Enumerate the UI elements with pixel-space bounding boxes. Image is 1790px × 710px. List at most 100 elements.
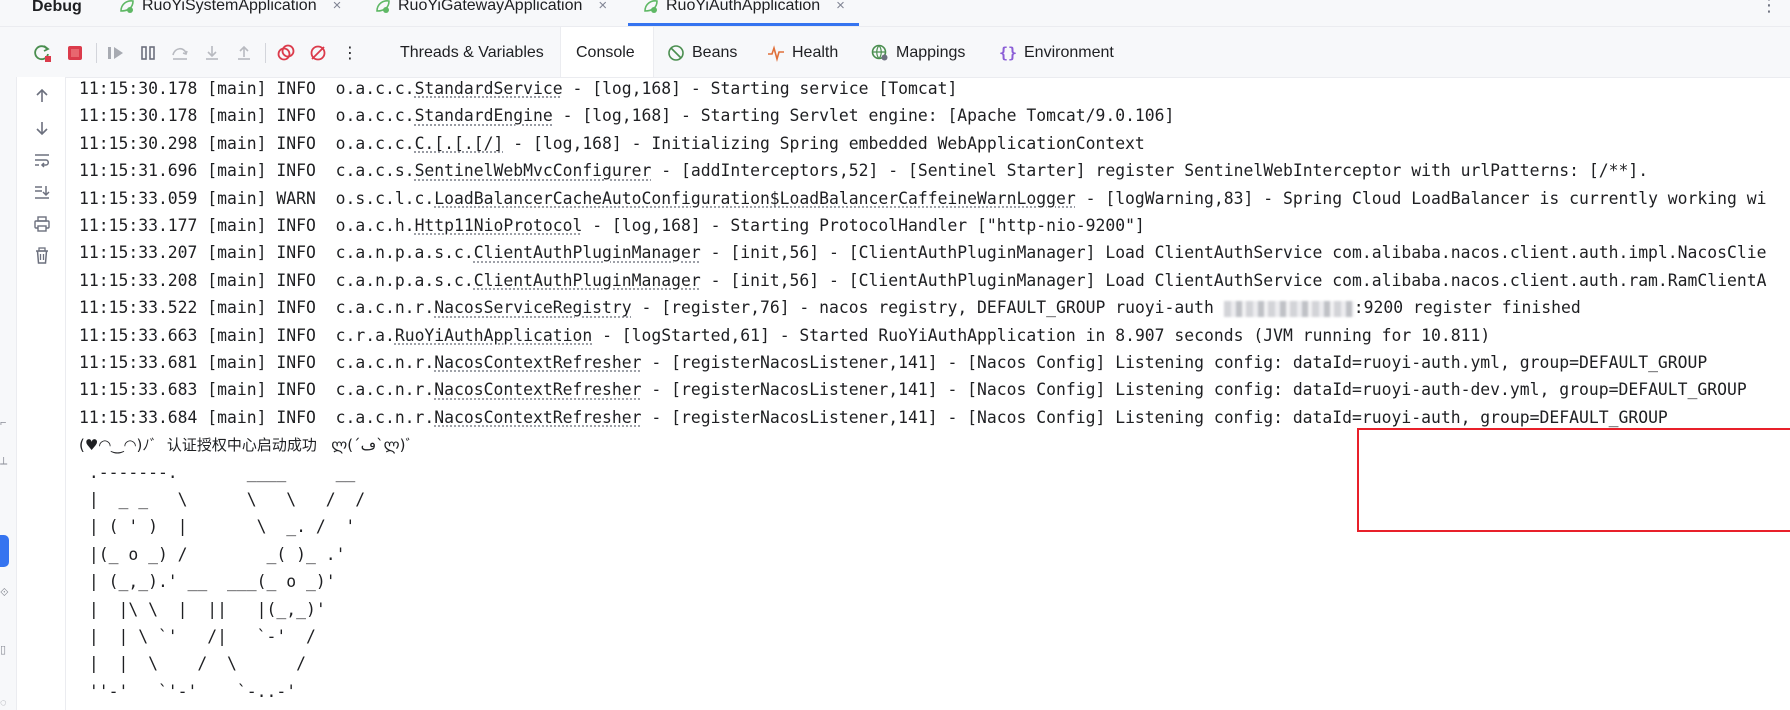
- left-tool-window-strip: ⌐ ⟂ ⟐ ▯ ◌: [0, 77, 17, 710]
- view-breakpoints-icon[interactable]: [274, 41, 298, 65]
- tab-label: Health: [792, 44, 839, 61]
- close-icon[interactable]: ×: [598, 0, 607, 15]
- log-class-link[interactable]: StandardEngine: [415, 106, 553, 125]
- scroll-to-end-icon[interactable]: [31, 181, 53, 203]
- active-tool-window-indicator[interactable]: [0, 535, 9, 567]
- log-text: :9200 register finished: [1353, 298, 1581, 318]
- log-text: [main]: [207, 216, 267, 235]
- tab-ruoyi-system[interactable]: RuoYiSystemApplication ×: [118, 0, 341, 26]
- console-output[interactable]: 11:15:30.178 [main] INFO o.a.c.c.Standar…: [79, 77, 1790, 710]
- step-into-icon[interactable]: [200, 41, 224, 65]
- more-actions-icon[interactable]: ⋮: [338, 41, 362, 65]
- tab-beans[interactable]: Beans: [666, 41, 737, 65]
- log-class-link[interactable]: NacosServiceRegistry: [434, 298, 631, 317]
- tab-console[interactable]: Console: [576, 41, 635, 65]
- tool-window-icon[interactable]: ⟐: [0, 587, 9, 601]
- step-out-icon[interactable]: [232, 41, 256, 65]
- log-class-link[interactable]: RuoYiAuthApplication: [395, 326, 592, 345]
- log-line: 11:15:33.683 [main] INFO c.a.c.n.r.Nacos…: [79, 376, 1747, 403]
- tool-window-icon[interactable]: ⟂: [0, 455, 8, 469]
- mute-breakpoints-icon[interactable]: [306, 41, 330, 65]
- tab-health[interactable]: Health: [766, 41, 838, 65]
- tab-mappings[interactable]: Mappings: [870, 41, 965, 65]
- tool-window-icon[interactable]: ⌐: [0, 417, 8, 431]
- log-text: INFO: [276, 243, 326, 263]
- log-class-link[interactable]: C.[.[.[/]: [415, 134, 504, 153]
- tab-label: Beans: [692, 44, 738, 61]
- ascii-art-line: | _ _ \ \ \ / /: [79, 490, 366, 509]
- log-text: INFO: [276, 106, 326, 126]
- clear-all-icon[interactable]: [31, 245, 53, 267]
- log-text: [main]: [207, 353, 267, 372]
- log-text: [main]: [207, 79, 267, 98]
- tab-threads-variables[interactable]: Threads & Variables: [400, 41, 544, 65]
- close-icon[interactable]: ×: [836, 0, 845, 15]
- soft-wrap-icon[interactable]: [31, 149, 53, 171]
- log-class-link[interactable]: NacosContextRefresher: [434, 380, 641, 399]
- log-text: o.a.c.c.: [335, 106, 415, 126]
- health-icon: [766, 43, 786, 63]
- log-line: 11:15:33.177 [main] INFO o.a.c.h.Http11N…: [79, 212, 1145, 239]
- log-class-link[interactable]: StandardService: [415, 79, 563, 98]
- log-class-link[interactable]: ClientAuthPluginManager: [474, 271, 701, 290]
- log-text: - [logStarted,61] - Started RuoYiAuthApp…: [592, 325, 1491, 345]
- spring-run-icon: [376, 0, 390, 13]
- tab-label: Console: [576, 44, 635, 61]
- log-text: [main]: [207, 407, 267, 427]
- debug-tab-bar: Debug RuoYiSystemApplication × RuoYiGate…: [0, 0, 1790, 27]
- log-text: - [logWarning,83] - Spring Cloud LoadBal…: [1075, 188, 1767, 208]
- log-text: 11:15:33.681: [79, 353, 198, 372]
- log-class-link[interactable]: Http11NioProtocol: [415, 216, 583, 235]
- log-text: 11:15:33.663: [79, 325, 198, 345]
- log-text: - [register,76] - nacos registry, DEFAUL…: [631, 298, 1224, 318]
- log-text: 11:15:30.298: [79, 133, 198, 153]
- log-text: WARN: [276, 188, 326, 208]
- tool-window-icon[interactable]: ◌: [0, 697, 8, 710]
- tab-label: Environment: [1024, 44, 1114, 61]
- rerun-icon[interactable]: [30, 41, 54, 65]
- stop-icon[interactable]: [63, 41, 87, 65]
- more-options-icon[interactable]: ⋮: [1760, 0, 1778, 14]
- console-side-toolbar: [17, 77, 66, 710]
- log-text: - [log,168] - Initializing Spring embedd…: [503, 133, 1145, 153]
- log-text: - [init,56] - [ClientAuthPluginManager] …: [700, 243, 1767, 263]
- ide-window: Debug RuoYiSystemApplication × RuoYiGate…: [0, 0, 1790, 710]
- log-text: - [log,168] - Starting service [Tomcat]: [562, 79, 958, 98]
- tool-window-icon[interactable]: ▯: [0, 643, 8, 657]
- ascii-art-line: | | \ / \ /: [79, 654, 306, 674]
- toolbar-separator: [265, 43, 266, 63]
- log-text: [main]: [207, 161, 267, 181]
- arrow-down-icon[interactable]: [31, 117, 53, 139]
- tab-ruoyi-gateway[interactable]: RuoYiGatewayApplication ×: [374, 0, 607, 26]
- log-text: INFO: [276, 79, 326, 98]
- step-over-icon[interactable]: [168, 41, 192, 65]
- log-line: 11:15:30.178 [main] INFO o.a.c.c.Standar…: [79, 77, 957, 102]
- log-line: 11:15:30.178 [main] INFO o.a.c.c.Standar…: [79, 102, 1174, 129]
- ascii-art-line: | ( ' ) | \ _. / ': [79, 517, 356, 537]
- debug-toolbar: ⋮ Threads & Variables Console Beans Heal…: [0, 27, 1790, 78]
- log-class-link[interactable]: SentinelWebMvcConfigurer: [415, 161, 652, 180]
- log-text: [main]: [207, 188, 267, 208]
- log-line: 11:15:33.684 [main] INFO c.a.c.n.r.Nacos…: [79, 404, 1668, 431]
- tab-ruoyi-auth[interactable]: RuoYiAuthApplication ×: [628, 0, 859, 26]
- log-class-link[interactable]: LoadBalancerCacheAutoConfiguration$LoadB…: [434, 189, 1075, 208]
- tab-label: RuoYiSystemApplication: [142, 0, 317, 14]
- arrow-up-icon[interactable]: [31, 85, 53, 107]
- log-text: INFO: [276, 161, 326, 181]
- log-class-link[interactable]: ClientAuthPluginManager: [474, 243, 701, 262]
- print-icon[interactable]: [31, 213, 53, 235]
- banner-text: 认证授权中心启动成功: [162, 436, 322, 455]
- tab-environment[interactable]: {} Environment: [998, 41, 1114, 65]
- log-class-link[interactable]: NacosContextRefresher: [434, 408, 641, 427]
- log-class-link[interactable]: NacosContextRefresher: [434, 353, 641, 372]
- log-text: o.a.c.h.: [335, 216, 415, 235]
- startup-banner-title: (♥◠‿◠)ﾉﾞ 认证授权中心启动成功 ლ(´ڡ`ლ)ﾞ: [79, 431, 413, 458]
- log-text: - [registerNacosListener,141] - [Nacos C…: [641, 407, 1668, 427]
- close-icon[interactable]: ×: [333, 0, 342, 15]
- mappings-icon: [870, 43, 890, 63]
- log-text: [main]: [207, 298, 267, 318]
- log-line: 11:15:33.059 [main] WARN o.s.c.l.c.LoadB…: [79, 185, 1766, 212]
- log-text: - [log,168] - Starting ProtocolHandler […: [582, 216, 1145, 235]
- resume-icon[interactable]: [104, 41, 128, 65]
- pause-icon[interactable]: [136, 41, 160, 65]
